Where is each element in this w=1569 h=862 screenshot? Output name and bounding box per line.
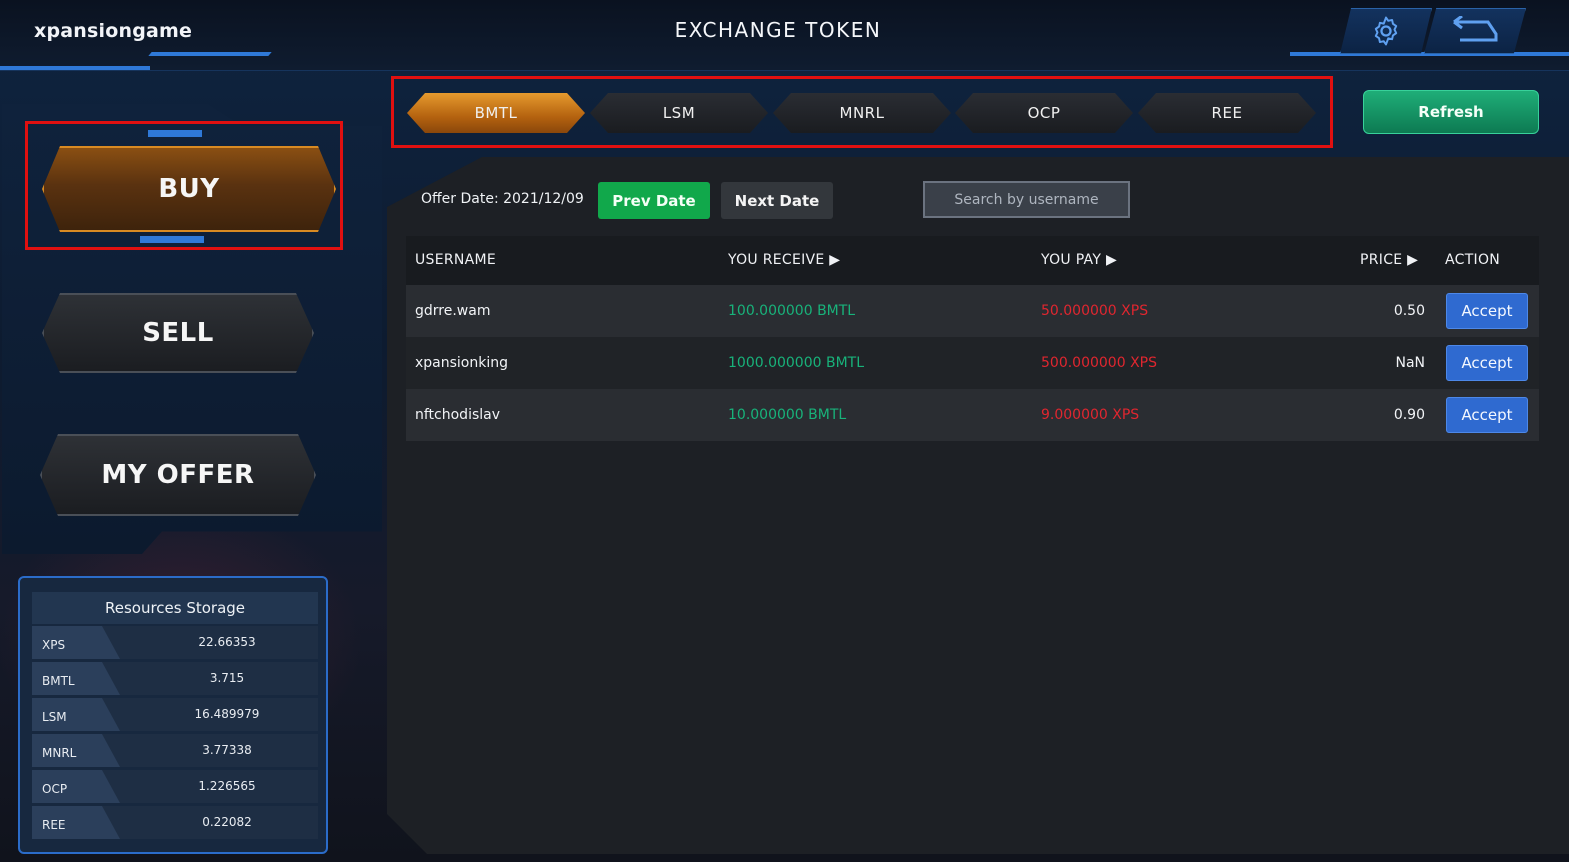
- offers-table: USERNAME YOU RECEIVE ▶ YOU PAY ▶ PRICE ▶…: [406, 236, 1539, 441]
- storage-item-name: XPS: [32, 626, 120, 659]
- accept-button[interactable]: Accept: [1446, 397, 1528, 433]
- back-button[interactable]: [1424, 8, 1526, 54]
- header-deco-left-2: [148, 52, 272, 56]
- storage-title: Resources Storage: [32, 592, 318, 624]
- cell-username: nftchodislav: [415, 407, 501, 423]
- table-row: nftchodislav 10.000000 BMTL 9.000000 XPS…: [406, 389, 1539, 441]
- header-you-pay[interactable]: YOU PAY ▶: [1041, 252, 1117, 268]
- accept-button-label: Accept: [1461, 302, 1513, 320]
- storage-item-value: 22.66353: [198, 635, 256, 649]
- cell-username: xpansionking: [415, 355, 509, 371]
- next-date-button[interactable]: Next Date: [721, 182, 833, 219]
- tabs-highlight-box: [391, 76, 1333, 148]
- storage-item-name: MNRL: [32, 734, 120, 767]
- storage-item-value: 0.22082: [202, 815, 252, 829]
- my-offer-button[interactable]: MY OFFER: [40, 434, 316, 516]
- table-row: xpansionking 1000.000000 BMTL 500.000000…: [406, 337, 1539, 389]
- prev-date-button[interactable]: Prev Date: [598, 182, 710, 219]
- sell-button[interactable]: SELL: [42, 293, 314, 373]
- refresh-button-label: Refresh: [1418, 103, 1484, 121]
- accept-button-label: Accept: [1461, 406, 1513, 424]
- accept-button-label: Accept: [1461, 354, 1513, 372]
- storage-row-ocp: OCP 1.226565: [32, 770, 318, 803]
- storage-item-value: 16.489979: [194, 707, 260, 721]
- accept-button[interactable]: Accept: [1446, 293, 1528, 329]
- offer-date: Offer Date: 2021/12/09: [421, 191, 584, 207]
- storage-row-lsm: LSM 16.489979: [32, 698, 318, 731]
- accept-button[interactable]: Accept: [1446, 345, 1528, 381]
- cell-pay: 50.000000 XPS: [1041, 303, 1149, 319]
- header-you-receive[interactable]: YOU RECEIVE ▶: [728, 252, 840, 268]
- resources-storage-panel: Resources Storage XPS 22.66353 BMTL 3.71…: [18, 576, 328, 854]
- table-row: gdrre.wam 100.000000 BMTL 50.000000 XPS …: [406, 285, 1539, 337]
- prev-date-label: Prev Date: [612, 191, 696, 210]
- cell-pay: 9.000000 XPS: [1041, 407, 1140, 423]
- storage-item-value: 1.226565: [198, 779, 256, 793]
- my-offer-button-label: MY OFFER: [101, 460, 255, 490]
- storage-row-mnrl: MNRL 3.77338: [32, 734, 318, 767]
- cell-username: gdrre.wam: [415, 303, 491, 319]
- table-header: USERNAME YOU RECEIVE ▶ YOU PAY ▶ PRICE ▶…: [406, 236, 1539, 285]
- cell-price: 0.90: [1393, 407, 1425, 423]
- cell-price: NaN: [1395, 355, 1425, 371]
- cell-price: 0.50: [1393, 303, 1425, 319]
- gear-icon: [1374, 16, 1398, 46]
- header-deco-left: [0, 66, 150, 70]
- header-bar: xpansiongame EXCHANGE TOKEN: [0, 0, 1569, 71]
- storage-item-name: OCP: [32, 770, 120, 803]
- search-username-input[interactable]: [923, 181, 1130, 218]
- refresh-button[interactable]: Refresh: [1363, 90, 1539, 134]
- settings-button[interactable]: [1340, 8, 1432, 54]
- cell-pay: 500.000000 XPS: [1041, 355, 1157, 371]
- back-arrow-icon: [1453, 16, 1498, 42]
- brand-name: xpansiongame: [34, 20, 193, 42]
- storage-row-ree: REE 0.22082: [32, 806, 318, 839]
- buy-highlight-box: [25, 121, 343, 250]
- next-date-label: Next Date: [734, 191, 820, 210]
- storage-item-name: LSM: [32, 698, 120, 731]
- storage-row-bmtl: BMTL 3.715: [32, 662, 318, 695]
- header-price[interactable]: PRICE ▶: [1360, 252, 1418, 268]
- page-title: EXCHANGE TOKEN: [674, 18, 882, 42]
- cell-receive: 100.000000 BMTL: [728, 303, 856, 319]
- cell-receive: 10.000000 BMTL: [728, 407, 847, 423]
- header-action: ACTION: [1445, 252, 1501, 268]
- storage-item-value: 3.715: [209, 671, 245, 685]
- storage-row-xps: XPS 22.66353: [32, 626, 318, 659]
- header-username[interactable]: USERNAME: [415, 252, 496, 268]
- storage-item-name: BMTL: [32, 662, 120, 695]
- sell-button-label: SELL: [142, 318, 214, 348]
- cell-receive: 1000.000000 BMTL: [728, 355, 865, 371]
- storage-item-name: REE: [32, 806, 120, 839]
- storage-item-value: 3.77338: [202, 743, 252, 757]
